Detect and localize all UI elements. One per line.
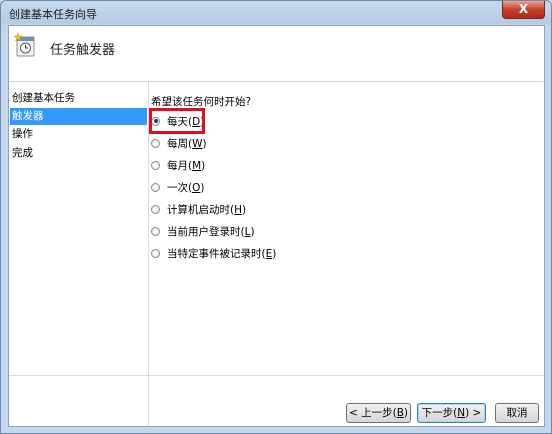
radio-monthly[interactable]	[151, 160, 160, 170]
page-title: 任务触发器	[50, 43, 116, 58]
option-weekly[interactable]: 每周(W)	[149, 134, 207, 152]
radio-at-logon[interactable]	[151, 226, 160, 236]
option-at-logon[interactable]: 当前用户登录时(L)	[149, 222, 255, 240]
highlight-box	[149, 108, 205, 134]
window-title: 创建基本任务向导	[9, 8, 97, 21]
next-button[interactable]: 下一步(N) >	[417, 403, 486, 423]
option-weekly-label: 每周(W)	[167, 137, 207, 150]
step-create-basic-task[interactable]: 创建基本任务	[10, 90, 147, 107]
step-trigger[interactable]: 触发器	[10, 108, 147, 125]
option-on-event[interactable]: 当特定事件被记录时(E)	[149, 244, 276, 262]
step-finish[interactable]: 完成	[10, 145, 147, 162]
footer-divider	[9, 375, 544, 376]
step-action[interactable]: 操作	[10, 126, 147, 143]
option-at-logon-label: 当前用户登录时(L)	[167, 225, 255, 238]
close-button[interactable]: X	[502, 1, 545, 19]
wizard-header: 任务触发器	[9, 26, 544, 82]
option-once-label: 一次(O)	[167, 181, 205, 194]
option-at-startup[interactable]: 计算机启动时(H)	[149, 200, 246, 218]
wizard-window: 创建基本任务向导 X 任务触发器 创建基本任务 触发器 操作 完成 希望该任务何…	[0, 0, 552, 434]
wizard-content: 任务触发器 创建基本任务 触发器 操作 完成 希望该任务何时开始? 每天(D) …	[8, 25, 545, 427]
cancel-button[interactable]: 取消	[495, 403, 539, 423]
clock-task-icon	[14, 32, 35, 57]
option-once[interactable]: 一次(O)	[149, 178, 204, 196]
option-monthly[interactable]: 每月(M)	[149, 156, 205, 174]
option-on-event-label: 当特定事件被记录时(E)	[167, 247, 277, 260]
radio-once[interactable]	[151, 182, 160, 192]
option-monthly-label: 每月(M)	[167, 159, 206, 172]
radio-at-startup[interactable]	[151, 204, 160, 214]
back-button[interactable]: < 上一步(B)	[346, 403, 411, 423]
start-question: 希望该任务何时开始?	[151, 96, 252, 108]
option-at-startup-label: 计算机启动时(H)	[167, 203, 247, 216]
title-bar: 创建基本任务向导 X	[1, 1, 551, 24]
radio-weekly[interactable]	[151, 138, 160, 148]
radio-on-event[interactable]	[151, 248, 160, 258]
